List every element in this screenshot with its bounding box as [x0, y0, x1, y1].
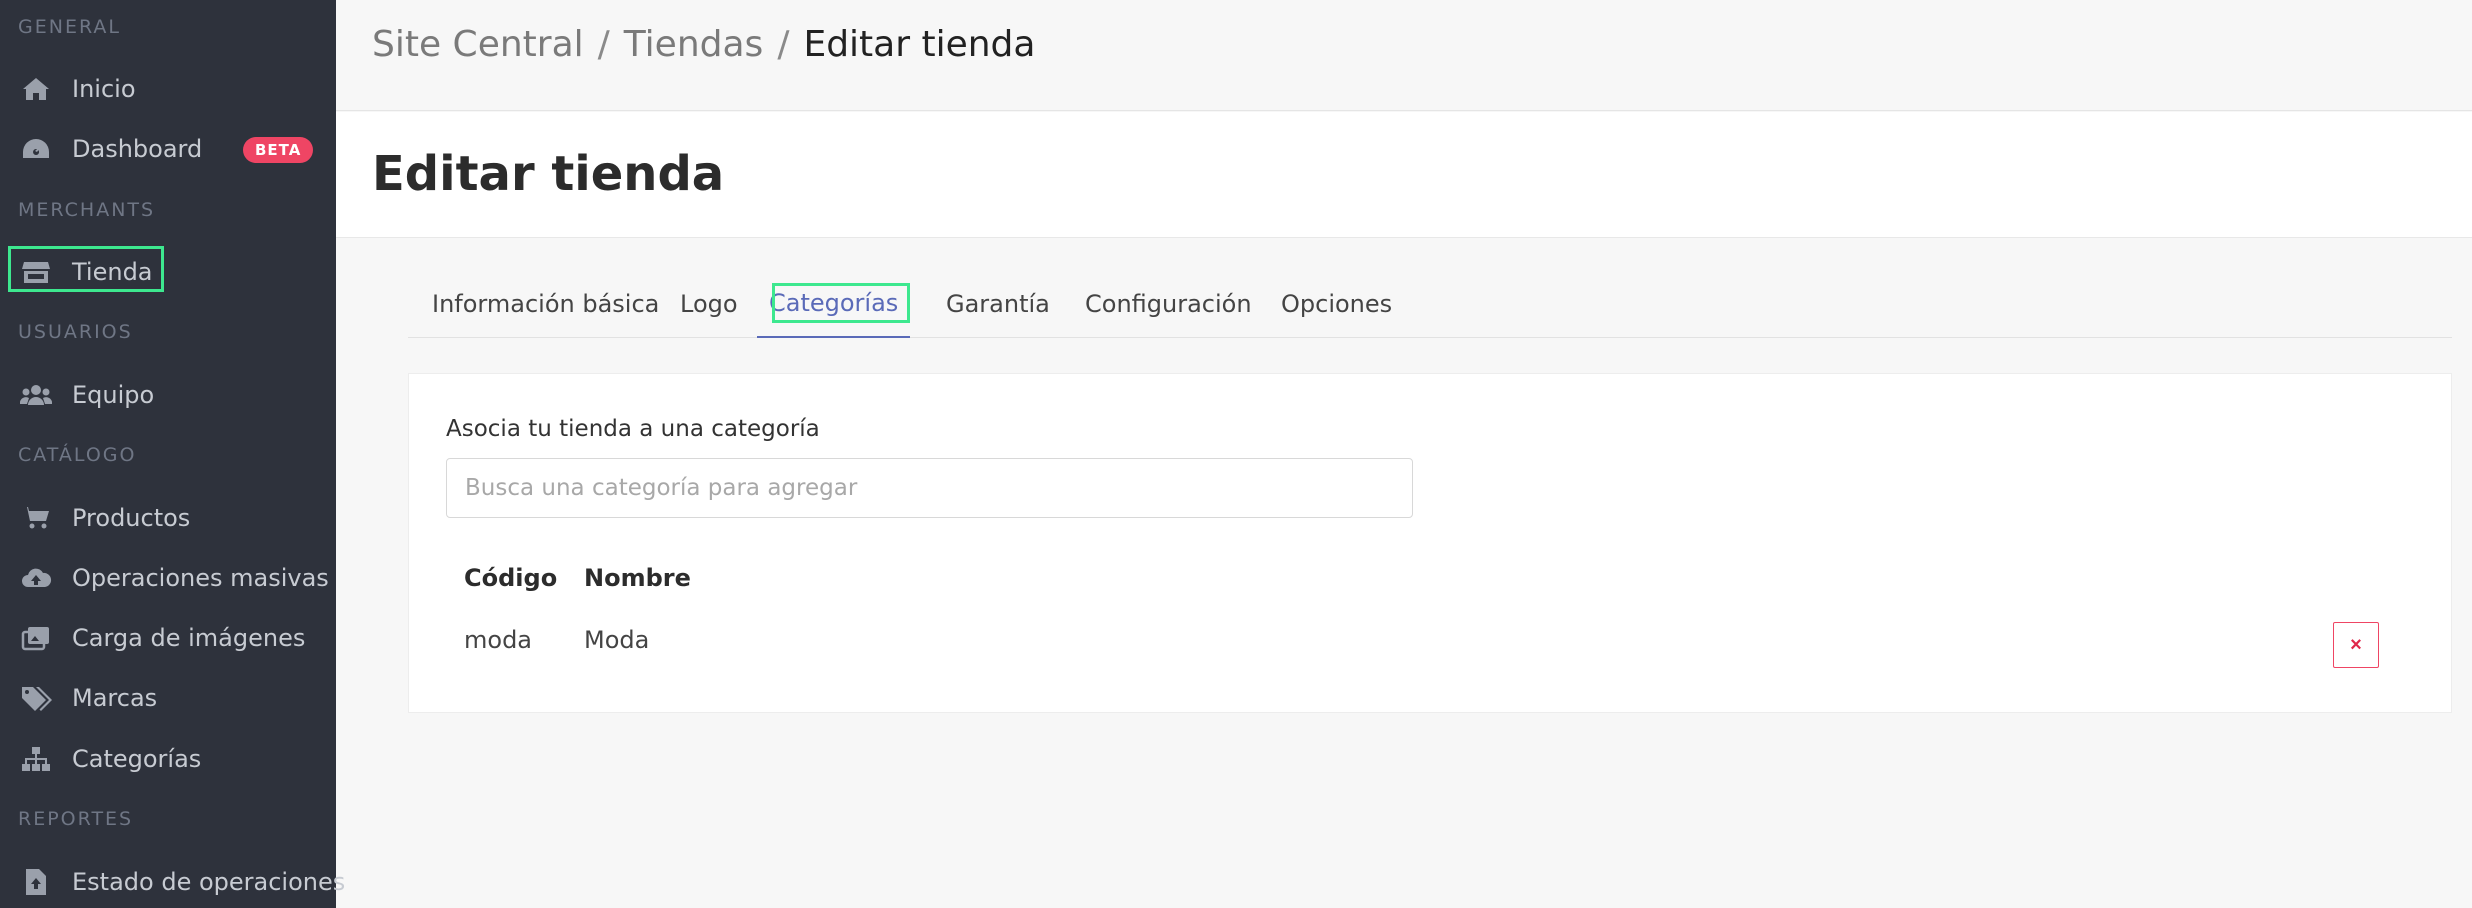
sidebar-item-dashboard[interactable]: Dashboard	[8, 126, 202, 172]
column-header-nombre: Nombre	[584, 564, 691, 592]
sidebar-item-operaciones-masivas[interactable]: Operaciones masivas	[8, 555, 329, 601]
tab-opciones[interactable]: Opciones	[1281, 270, 1392, 338]
cloud-upload-icon	[8, 555, 64, 601]
section-label-reportes: REPORTES	[18, 808, 134, 830]
breadcrumb-separator: /	[597, 24, 610, 65]
breadcrumb-item-site-central[interactable]: Site Central	[372, 24, 584, 65]
sidebar-item-inicio[interactable]: Inicio	[8, 66, 136, 112]
delete-category-button[interactable]: ×	[2333, 622, 2379, 668]
sidebar-item-label: Marcas	[72, 684, 158, 712]
tab-bar: Información básica Logo Categorías Garan…	[408, 270, 2452, 338]
breadcrumb-separator: /	[777, 24, 790, 65]
sidebar: GENERAL Inicio Dashboard BETA MERCHANTS …	[0, 0, 345, 908]
sidebar-item-productos[interactable]: Productos	[8, 495, 190, 541]
category-search-input[interactable]	[446, 458, 1413, 518]
sidebar-item-label: Productos	[72, 504, 191, 532]
sidebar-item-estado-operaciones[interactable]: Estado de operaciones	[8, 859, 345, 905]
sidebar-item-marcas[interactable]: Marcas	[8, 675, 157, 721]
page-header: Editar tienda	[336, 112, 2472, 238]
images-icon	[8, 615, 64, 661]
cell-nombre: Moda	[584, 626, 650, 654]
tab-garantia[interactable]: Garantía	[946, 270, 1050, 338]
sidebar-item-label: Equipo	[72, 381, 155, 409]
sidebar-item-label: Dashboard	[72, 135, 203, 163]
tab-informacion-basica[interactable]: Información básica	[432, 270, 659, 338]
sidebar-item-label: Operaciones masivas	[72, 564, 329, 592]
sitemap-icon	[8, 736, 64, 782]
section-label-merchants: MERCHANTS	[18, 199, 156, 221]
column-header-codigo: Código	[464, 564, 558, 592]
section-label-usuarios: USUARIOS	[18, 321, 133, 343]
sidebar-item-categorias[interactable]: Categorías	[8, 736, 201, 782]
sidebar-item-label: Carga de imágenes	[72, 624, 306, 652]
active-tab-highlight	[772, 283, 910, 323]
sidebar-item-label: Inicio	[72, 75, 136, 103]
top-bar: Site Central / Tiendas / Editar tienda	[336, 0, 2472, 111]
card-title: Asocia tu tienda a una categoría	[446, 416, 820, 442]
breadcrumb-current: Editar tienda	[803, 24, 1036, 65]
sidebar-item-equipo[interactable]: Equipo	[8, 372, 154, 418]
breadcrumb-item-tiendas[interactable]: Tiendas	[624, 24, 764, 65]
tab-logo[interactable]: Logo	[680, 270, 738, 338]
sidebar-item-carga-imagenes[interactable]: Carga de imágenes	[8, 615, 305, 661]
section-label-general: GENERAL	[18, 16, 121, 38]
cart-icon	[8, 495, 64, 541]
sidebar-item-label: Categorías	[72, 745, 202, 773]
home-icon	[8, 66, 64, 112]
tags-icon	[8, 675, 64, 721]
file-upload-icon	[8, 859, 64, 905]
tab-configuracion[interactable]: Configuración	[1085, 270, 1252, 338]
dashboard-gauge-icon	[8, 126, 64, 172]
page-title: Editar tienda	[372, 146, 725, 202]
active-item-highlight	[8, 246, 164, 292]
breadcrumb: Site Central / Tiendas / Editar tienda	[372, 24, 1035, 65]
users-icon	[8, 372, 64, 418]
sidebar-item-label: Estado de operaciones	[72, 868, 346, 896]
beta-badge: BETA	[243, 137, 314, 163]
close-icon: ×	[2350, 633, 2362, 656]
section-label-catalogo: CATÁLOGO	[18, 444, 137, 466]
category-card: Asocia tu tienda a una categoría Código …	[408, 373, 2452, 713]
cell-codigo: moda	[464, 626, 533, 654]
